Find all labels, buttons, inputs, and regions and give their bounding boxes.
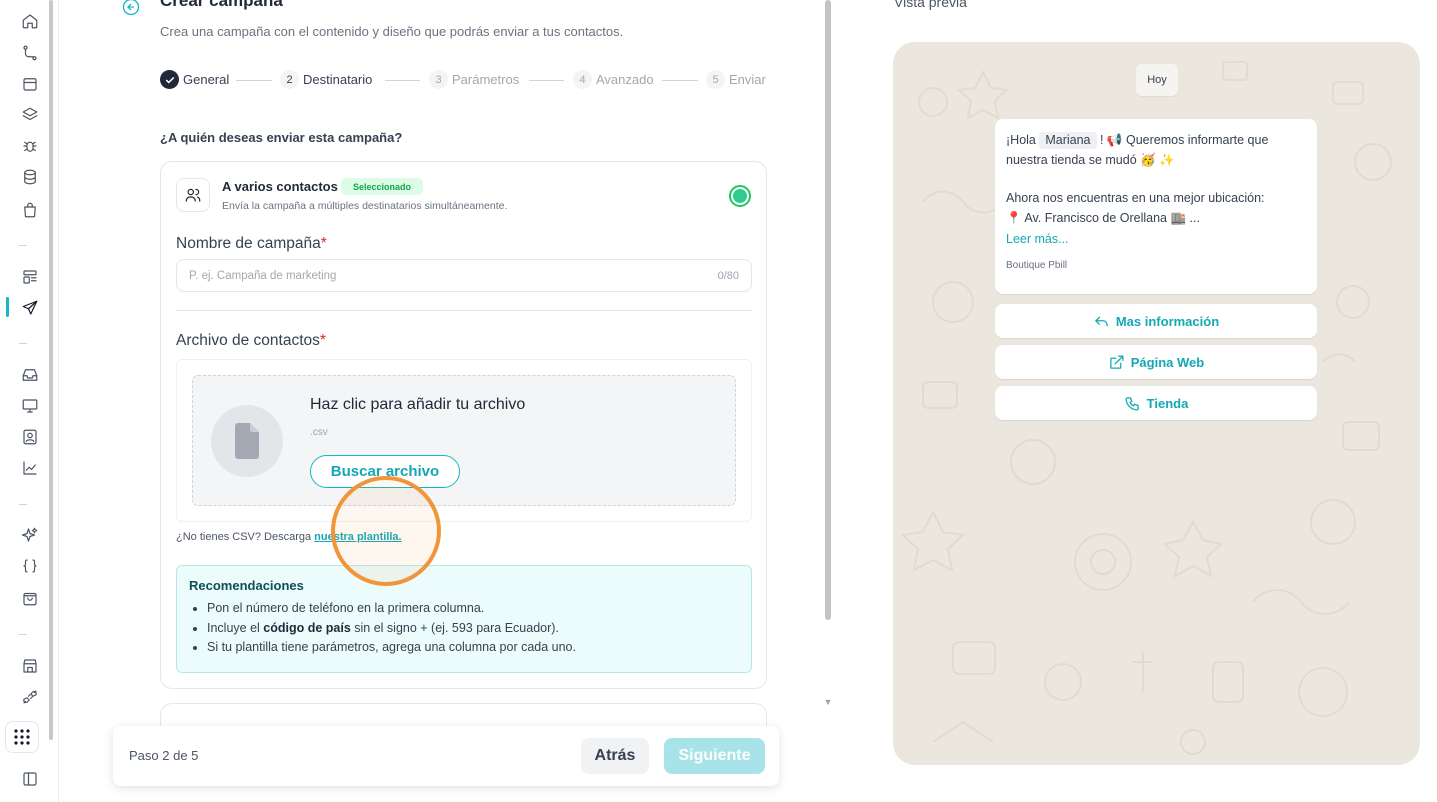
scroll-down-icon[interactable]: ▼: [823, 697, 833, 707]
step-label: Parámetros: [452, 72, 520, 87]
step-label: Avanzado: [596, 72, 654, 87]
campaign-name-label: Nombre de campaña*: [176, 235, 327, 252]
upload-extension: .csv: [310, 427, 328, 438]
sidebar-divider: [19, 504, 27, 505]
archive-icon[interactable]: [19, 73, 41, 95]
recommendations-box: Recomendaciones Pon el número de teléfon…: [176, 565, 752, 673]
recommendation-item: Si tu plantilla tiene parámetros, agrega…: [207, 638, 739, 658]
step-label: Destinatario: [303, 72, 373, 87]
templates-icon[interactable]: [19, 266, 41, 288]
sidebar-toggle-icon[interactable]: [19, 768, 41, 790]
day-chip: Hoy: [1136, 64, 1178, 96]
recommendation-item: Pon el número de teléfono en la primera …: [207, 599, 739, 619]
step-number: 2: [280, 70, 299, 89]
preview-title: Vista previa: [894, 0, 967, 10]
step-general[interactable]: General: [160, 70, 229, 89]
page-title: Crear campaña: [160, 0, 283, 10]
home-icon[interactable]: [19, 10, 41, 32]
store-icon[interactable]: [19, 655, 41, 677]
section-divider: [176, 310, 752, 311]
chart-icon[interactable]: [19, 457, 41, 479]
sidebar-scrollbar[interactable]: [48, 0, 54, 740]
selected-badge: Seleccionado: [341, 178, 424, 195]
website-button[interactable]: Página Web: [995, 345, 1317, 379]
sidebar-divider: [19, 245, 27, 246]
send-icon[interactable]: [19, 297, 41, 319]
step-connector: [236, 80, 272, 81]
page-subtitle: Crea una campaña con el contenido y dise…: [160, 24, 624, 39]
option-title[interactable]: A varios contactos: [222, 179, 338, 194]
message-bubble: ¡Hola Mariana ! 📢 Queremos informarte qu…: [995, 119, 1317, 294]
file-icon: [211, 405, 283, 477]
bug-icon[interactable]: [19, 135, 41, 157]
back-arrow-icon[interactable]: [122, 0, 140, 16]
message-line: 📍 Av. Francisco de Orellana 🏬 ...: [1006, 210, 1200, 225]
message-line: Ahora nos encuentras en una mejor ubicac…: [1006, 191, 1265, 205]
store-call-button[interactable]: Tienda: [995, 386, 1317, 420]
sidebar-divider: [19, 343, 27, 344]
recipient-question: ¿A quién deseas enviar esta campaña?: [160, 130, 403, 145]
main-scrollbar[interactable]: [824, 0, 832, 620]
stepper: General 2 Destinatario 3 Parámetros 4 Av…: [160, 70, 770, 90]
shopping-bag-alt-icon[interactable]: [19, 587, 41, 609]
recommendation-item: Incluye el código de país sin el signo +…: [207, 619, 739, 639]
business-name: Boutique Pbill: [1006, 259, 1068, 271]
inbox-icon[interactable]: [19, 364, 41, 386]
upload-title: Haz clic para añadir tu archivo: [310, 396, 526, 413]
step-parametros[interactable]: 3 Parámetros: [429, 70, 519, 89]
step-number: 4: [573, 70, 592, 89]
read-more-link[interactable]: Leer más...: [1006, 230, 1306, 250]
database-icon[interactable]: [19, 166, 41, 188]
contact-card-icon[interactable]: [19, 426, 41, 448]
contacts-file-label: Archivo de contactos*: [176, 332, 326, 349]
more-info-button[interactable]: Mas información: [995, 304, 1317, 338]
users-icon: [176, 178, 210, 212]
sparkles-icon[interactable]: [19, 524, 41, 546]
grid-icon: [14, 729, 30, 745]
check-icon: [160, 70, 179, 89]
step-label: General: [183, 72, 230, 87]
step-indicator: Paso 2 de 5: [129, 748, 199, 763]
step-avanzado[interactable]: 4 Avanzado: [573, 70, 654, 89]
back-button[interactable]: Atrás: [581, 738, 649, 774]
whatsapp-preview: Hoy ¡Hola Mariana ! 📢 Queremos informart…: [893, 42, 1420, 765]
next-button[interactable]: Siguiente: [664, 738, 765, 774]
template-download-link[interactable]: nuestra plantilla.: [314, 531, 401, 543]
option-description: Envía la campaña a múltiples destinatari…: [222, 200, 508, 212]
campaign-name-input[interactable]: P. ej. Campaña de marketing 0/80: [176, 259, 752, 292]
shopping-bag-icon[interactable]: [19, 199, 41, 221]
recommendations-title: Recomendaciones: [189, 578, 304, 593]
step-number: 3: [429, 70, 448, 89]
wizard-footer: Paso 2 de 5 Atrás Siguiente: [113, 726, 779, 786]
sidebar-divider: [19, 634, 27, 635]
csv-hint: ¿No tienes CSV? Descarga nuestra plantil…: [176, 531, 402, 543]
option-radio[interactable]: [729, 185, 751, 207]
step-label: Enviar: [729, 72, 766, 87]
campaign-name-placeholder: P. ej. Campaña de marketing: [189, 269, 337, 282]
external-link-icon: [1109, 354, 1124, 369]
browse-file-button[interactable]: Buscar archivo: [310, 455, 460, 488]
step-destinatario[interactable]: 2 Destinatario: [280, 70, 372, 89]
apps-grid-button[interactable]: [5, 721, 39, 753]
layers-icon[interactable]: [19, 104, 41, 126]
phone-icon: [1125, 396, 1139, 411]
contact-name-chip: Mariana: [1039, 132, 1097, 149]
code-braces-icon[interactable]: [19, 555, 41, 577]
step-number: 5: [706, 70, 725, 89]
sidebar: [0, 0, 59, 802]
reply-icon: [1095, 316, 1108, 326]
flow-icon[interactable]: [19, 42, 41, 64]
sidebar-active-indicator: [6, 297, 9, 317]
step-connector: [385, 80, 420, 81]
char-counter: 0/80: [717, 269, 739, 282]
message-greeting: ¡Hola Mariana ! 📢 Queremos informarte qu…: [1006, 132, 1269, 167]
plug-icon[interactable]: [19, 686, 41, 708]
monitor-icon[interactable]: [19, 395, 41, 417]
step-connector: [529, 80, 564, 81]
step-enviar[interactable]: 5 Enviar: [706, 70, 766, 89]
step-connector: [662, 80, 698, 81]
